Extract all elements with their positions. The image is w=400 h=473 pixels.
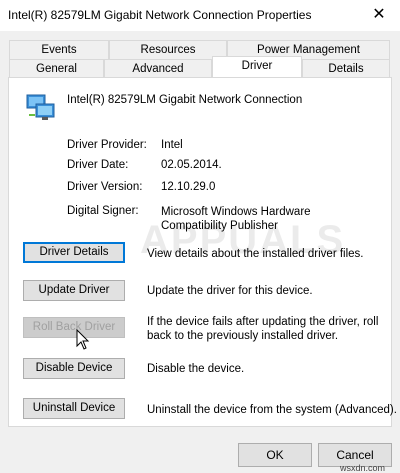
mouse-cursor-icon (76, 328, 90, 351)
disable-device-button[interactable]: Disable Device (23, 358, 125, 379)
driver-details-description: View details about the installed driver … (147, 248, 364, 260)
driver-details-button[interactable]: Driver Details (23, 242, 125, 263)
disable-device-description: Disable the device. (147, 363, 245, 375)
title-bar: Intel(R) 82579LM Gigabit Network Connect… (0, 0, 400, 32)
corner-watermark: wsxdn.com (340, 463, 386, 473)
roll-back-driver-button[interactable]: Roll Back Driver (23, 317, 125, 338)
close-icon[interactable]: ✕ (368, 4, 390, 26)
driver-date-value: 02.05.2014. (161, 159, 222, 171)
tab-events[interactable]: Events (9, 40, 109, 59)
update-driver-button[interactable]: Update Driver (23, 280, 125, 301)
digital-signer-label: Digital Signer: (67, 205, 139, 217)
tab-general[interactable]: General (9, 59, 104, 78)
tab-details[interactable]: Details (302, 59, 390, 78)
window-title: Intel(R) 82579LM Gigabit Network Connect… (8, 8, 312, 22)
uninstall-device-description: Uninstall the device from the system (Ad… (147, 404, 397, 416)
update-driver-description: Update the driver for this device. (147, 285, 313, 297)
driver-provider-value: Intel (161, 139, 183, 151)
driver-version-label: Driver Version: (67, 181, 143, 193)
tab-driver[interactable]: Driver (212, 56, 302, 77)
ok-button[interactable]: OK (238, 443, 312, 467)
driver-provider-label: Driver Provider: (67, 139, 147, 151)
device-name: Intel(R) 82579LM Gigabit Network Connect… (67, 94, 303, 106)
network-adapter-icon (26, 92, 56, 122)
uninstall-device-button[interactable]: Uninstall Device (23, 398, 125, 419)
driver-date-label: Driver Date: (67, 159, 129, 171)
roll-back-driver-description: If the device fails after updating the d… (147, 316, 379, 342)
tab-advanced[interactable]: Advanced (104, 59, 212, 78)
driver-version-value: 12.10.29.0 (161, 181, 216, 193)
tab-resources[interactable]: Resources (109, 40, 227, 59)
